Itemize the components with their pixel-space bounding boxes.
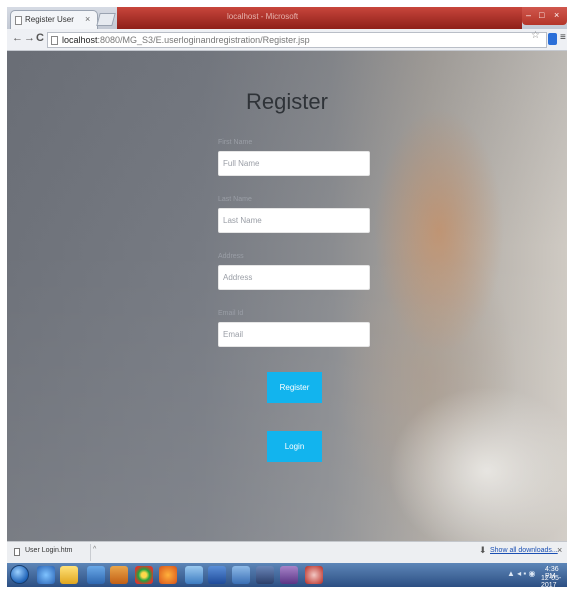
download-bar-close-button[interactable]: × <box>557 545 562 555</box>
star-icon[interactable]: ☆ <box>531 30 540 41</box>
extension-icon[interactable] <box>548 33 557 45</box>
tab-label: Register User <box>25 15 74 24</box>
opera-icon[interactable] <box>305 566 323 584</box>
download-file-name: User Login.htm <box>25 547 73 554</box>
first-name-input[interactable] <box>218 151 370 176</box>
email-input[interactable] <box>218 322 370 347</box>
email-label: Email Id <box>218 310 244 317</box>
minimize-button[interactable]: – <box>526 10 531 20</box>
first-name-label: First Name <box>218 139 253 146</box>
explorer-icon[interactable] <box>232 566 250 584</box>
download-item[interactable]: User Login.htm <box>11 544 91 561</box>
word-icon[interactable] <box>208 566 226 584</box>
address-label: Address <box>218 253 244 260</box>
download-options-caret[interactable]: ^ <box>93 546 96 553</box>
browser-screenshot: localhost - Microsoft Register User × – … <box>7 7 567 587</box>
address-toolbar: ← → C localhost:8080/MG_S3/E.userloginan… <box>7 29 567 51</box>
browser-tab[interactable]: Register User × <box>10 10 98 29</box>
ie-icon[interactable] <box>37 566 55 584</box>
tab-close-button[interactable]: × <box>85 14 90 24</box>
chrome-icon[interactable] <box>135 566 153 584</box>
taskbar: ▲ ◂ ▪ ◉ 4:36 PM 12-05-2017 <box>7 563 567 587</box>
page-title: Register <box>246 89 328 114</box>
new-tab-button[interactable] <box>96 13 116 26</box>
clock-date[interactable]: 12-05-2017 <box>541 575 567 587</box>
document-icon <box>15 16 22 25</box>
window-title: localhost - Microsoft <box>227 12 299 21</box>
app-icon[interactable] <box>87 566 105 584</box>
eclipse-icon[interactable] <box>280 566 298 584</box>
menu-icon[interactable]: ≡ <box>560 32 566 43</box>
page-viewport: Register First Name Last Name Address Em… <box>7 51 567 541</box>
forward-arrow-icon[interactable]: → <box>24 32 35 44</box>
url-path: :8080/MG_S3/E.userloginandregistration/R… <box>97 35 310 45</box>
tray-icons[interactable]: ▲ ◂ ▪ ◉ <box>507 569 535 578</box>
firefox-icon[interactable] <box>159 566 177 584</box>
url-text: localhost:8080/MG_S3/E.userloginandregis… <box>62 35 310 45</box>
notepad-icon[interactable] <box>185 566 203 584</box>
close-window-button[interactable]: × <box>554 10 559 20</box>
window-controls: – □ × <box>522 7 567 25</box>
back-arrow-icon[interactable]: ← <box>12 32 23 44</box>
maximize-button[interactable]: □ <box>539 10 544 20</box>
download-bar: User Login.htm ^ ⬇ Show all downloads...… <box>7 541 567 563</box>
register-button[interactable]: Register <box>267 372 322 403</box>
reload-icon[interactable]: C <box>36 32 44 44</box>
ide-icon[interactable] <box>256 566 274 584</box>
windows-start-icon[interactable] <box>10 565 29 584</box>
file-icon <box>14 548 20 556</box>
login-button[interactable]: Login <box>267 431 322 462</box>
url-host: localhost <box>62 35 98 45</box>
system-tray: ▲ ◂ ▪ ◉ 4:36 PM 12-05-2017 <box>507 563 567 587</box>
page-icon <box>51 36 58 45</box>
address-input[interactable] <box>218 265 370 290</box>
download-icon: ⬇ <box>479 545 487 555</box>
url-bar[interactable]: localhost:8080/MG_S3/E.userloginandregis… <box>47 32 547 48</box>
last-name-input[interactable] <box>218 208 370 233</box>
folder-icon[interactable] <box>60 566 78 584</box>
last-name-label: Last Name <box>218 196 252 203</box>
media-icon[interactable] <box>110 566 128 584</box>
show-all-downloads-link[interactable]: Show all downloads... <box>490 547 558 554</box>
title-bar: localhost - Microsoft Register User × – … <box>7 7 567 29</box>
